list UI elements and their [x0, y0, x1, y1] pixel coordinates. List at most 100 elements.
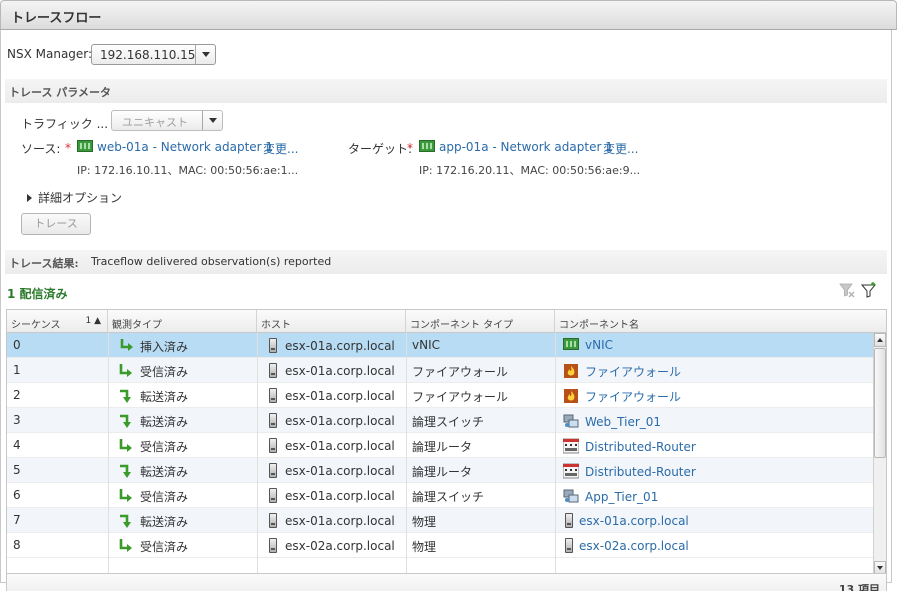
target-label: ターゲット:: [348, 142, 413, 156]
forward-arrow-icon: [118, 413, 134, 429]
host-icon: [269, 338, 277, 353]
cell-host: esx-01a.corp.local: [257, 408, 406, 433]
cell-component-name: App_Tier_01: [555, 483, 874, 508]
host-icon: [269, 413, 277, 428]
host-icon: [269, 463, 277, 478]
host-icon: [269, 438, 277, 453]
component-link[interactable]: vNIC: [585, 338, 613, 352]
target-link[interactable]: app-01a - Network adapter 1: [439, 140, 613, 154]
column-header-sequence[interactable]: シーケンス 1 ▲: [7, 310, 108, 333]
cell-component-type: 論理ルータ: [412, 465, 473, 479]
table-row[interactable]: 4 受信済み esx-01a.corp.local 論理ルータ Distributed-…: [7, 433, 874, 458]
source-link[interactable]: web-01a - Network adapter 1: [97, 140, 273, 154]
scroll-thumb[interactable]: [874, 348, 886, 458]
host-icon: [269, 488, 277, 503]
cell-component-type: ファイアウォール: [412, 365, 509, 379]
component-link[interactable]: ファイアウォール: [585, 390, 681, 404]
cell-observation: 転送済み: [108, 408, 257, 433]
nsx-manager-select[interactable]: 192.168.110.15: [91, 44, 216, 65]
cell-sequence: 3: [13, 413, 21, 427]
clear-filter-icon[interactable]: [839, 282, 855, 298]
traffic-type-select[interactable]: ユニキャスト: [111, 110, 223, 131]
filter-toolbar: [839, 282, 879, 300]
column-divider: [555, 333, 556, 573]
source-label: ソース:: [21, 142, 61, 156]
host-icon: [565, 513, 573, 528]
expand-arrow-icon: [27, 194, 32, 202]
chevron-down-icon[interactable]: [195, 45, 215, 64]
vnic-icon: [77, 140, 93, 152]
target-required-mark: *: [407, 141, 413, 155]
cell-component-name: Distributed-Router: [555, 458, 874, 483]
component-link[interactable]: Distributed-Router: [585, 440, 696, 454]
cell-component-type: vNIC: [412, 338, 440, 352]
cell-observation: 転送済み: [108, 458, 257, 483]
cell-sequence: 4: [13, 438, 21, 452]
component-link[interactable]: ファイアウォール: [585, 365, 681, 379]
logical-switch-icon: [563, 414, 579, 428]
traceflow-panel: NSX Manager: 192.168.110.15 トレース パラメータ ト…: [0, 30, 892, 591]
table-row[interactable]: 5 転送済み esx-01a.corp.local 論理ルータ Distributed-…: [7, 458, 874, 483]
trace-button[interactable]: トレース: [21, 213, 91, 235]
component-link[interactable]: esx-01a.corp.local: [579, 514, 689, 528]
filter-icon[interactable]: [860, 282, 877, 298]
source-info: IP: 172.16.10.11、MAC: 00:50:56:ae:1...: [77, 164, 299, 177]
forward-arrow-icon: [118, 463, 134, 479]
table-row[interactable]: 3 転送済み esx-01a.corp.local 論理スイッチ Web_Tier_01: [7, 408, 874, 433]
cell-component-type: 論理スイッチ: [412, 490, 485, 504]
cell-host: esx-01a.corp.local: [257, 433, 406, 458]
trace-results-label: トレース結果:: [9, 257, 79, 270]
grid-scrollbar[interactable]: [873, 333, 886, 573]
table-row[interactable]: 6 受信済み esx-01a.corp.local 論理スイッチ App_Tier_01: [7, 483, 874, 508]
table-row[interactable]: 2 転送済み esx-01a.corp.local ファイアウォール ファイアウォール: [7, 383, 874, 408]
receive-arrow-icon: [118, 488, 134, 504]
firewall-icon: [564, 389, 578, 403]
trace-results-value: Traceflow delivered observation(s) repor…: [91, 255, 332, 268]
cell-component-name: ファイアウォール: [555, 383, 874, 408]
table-row[interactable]: 0 挿入済み esx-01a.corp.local vNIC vNIC: [7, 333, 874, 358]
chevron-down-icon[interactable]: [202, 111, 222, 130]
cell-sequence: 1: [13, 363, 21, 377]
grid-footer: 13 項目: [6, 574, 887, 591]
target-change-link[interactable]: 変更...: [603, 140, 638, 157]
cell-component-type: ファイアウォール: [412, 390, 509, 404]
cell-sequence: 6: [13, 488, 21, 502]
host-icon: [269, 363, 277, 378]
source-required-mark: *: [65, 141, 71, 155]
cell-component-type: 論理ルータ: [412, 440, 473, 454]
table-row[interactable]: 8 受信済み esx-02a.corp.local 物理 esx-02a.corp.lo…: [7, 533, 874, 558]
column-divider: [257, 333, 258, 573]
cell-component-type: 物理: [412, 540, 437, 554]
component-link[interactable]: Distributed-Router: [585, 465, 696, 479]
inject-arrow-icon: [118, 338, 134, 354]
vnic-icon: [563, 338, 579, 350]
component-link[interactable]: esx-02a.corp.local: [579, 539, 689, 553]
vnic-icon: [419, 140, 435, 152]
cell-sequence: 2: [13, 388, 21, 402]
component-link[interactable]: Web_Tier_01: [585, 415, 661, 429]
column-header-observation[interactable]: 観測タイプ: [108, 310, 257, 333]
router-icon: [563, 438, 579, 454]
trace-results-header: トレース結果: Traceflow delivered observation(…: [5, 250, 887, 274]
window-title: トレースフロー: [11, 11, 102, 26]
host-icon: [269, 388, 277, 403]
receive-arrow-icon: [118, 363, 134, 379]
advanced-options-toggle[interactable]: 詳細オプション: [27, 189, 122, 206]
table-row[interactable]: 1 受信済み esx-01a.corp.local ファイアウォール ファイアウォール: [7, 358, 874, 383]
forward-arrow-icon: [118, 388, 134, 404]
table-row[interactable]: 7 転送済み esx-01a.corp.local 物理 esx-01a.corp.lo…: [7, 508, 874, 533]
column-header-component-type[interactable]: コンポーネント タイプ: [406, 310, 555, 333]
cell-component-name: esx-02a.corp.local: [555, 533, 874, 558]
source-change-link[interactable]: 変更...: [263, 140, 298, 157]
target-info: IP: 172.16.20.11、MAC: 00:50:56:ae:9...: [419, 164, 641, 177]
cell-observation: 受信済み: [108, 533, 257, 558]
receive-arrow-icon: [118, 538, 134, 554]
column-header-component-name[interactable]: コンポーネント名: [555, 310, 886, 333]
component-link[interactable]: App_Tier_01: [585, 490, 658, 504]
host-icon: [269, 538, 277, 553]
scroll-up-icon[interactable]: [874, 333, 886, 347]
trace-params-header: トレース パラメータ: [5, 79, 887, 103]
scroll-down-icon[interactable]: [874, 561, 886, 573]
column-header-host[interactable]: ホスト: [257, 310, 406, 333]
column-divider: [108, 333, 109, 573]
